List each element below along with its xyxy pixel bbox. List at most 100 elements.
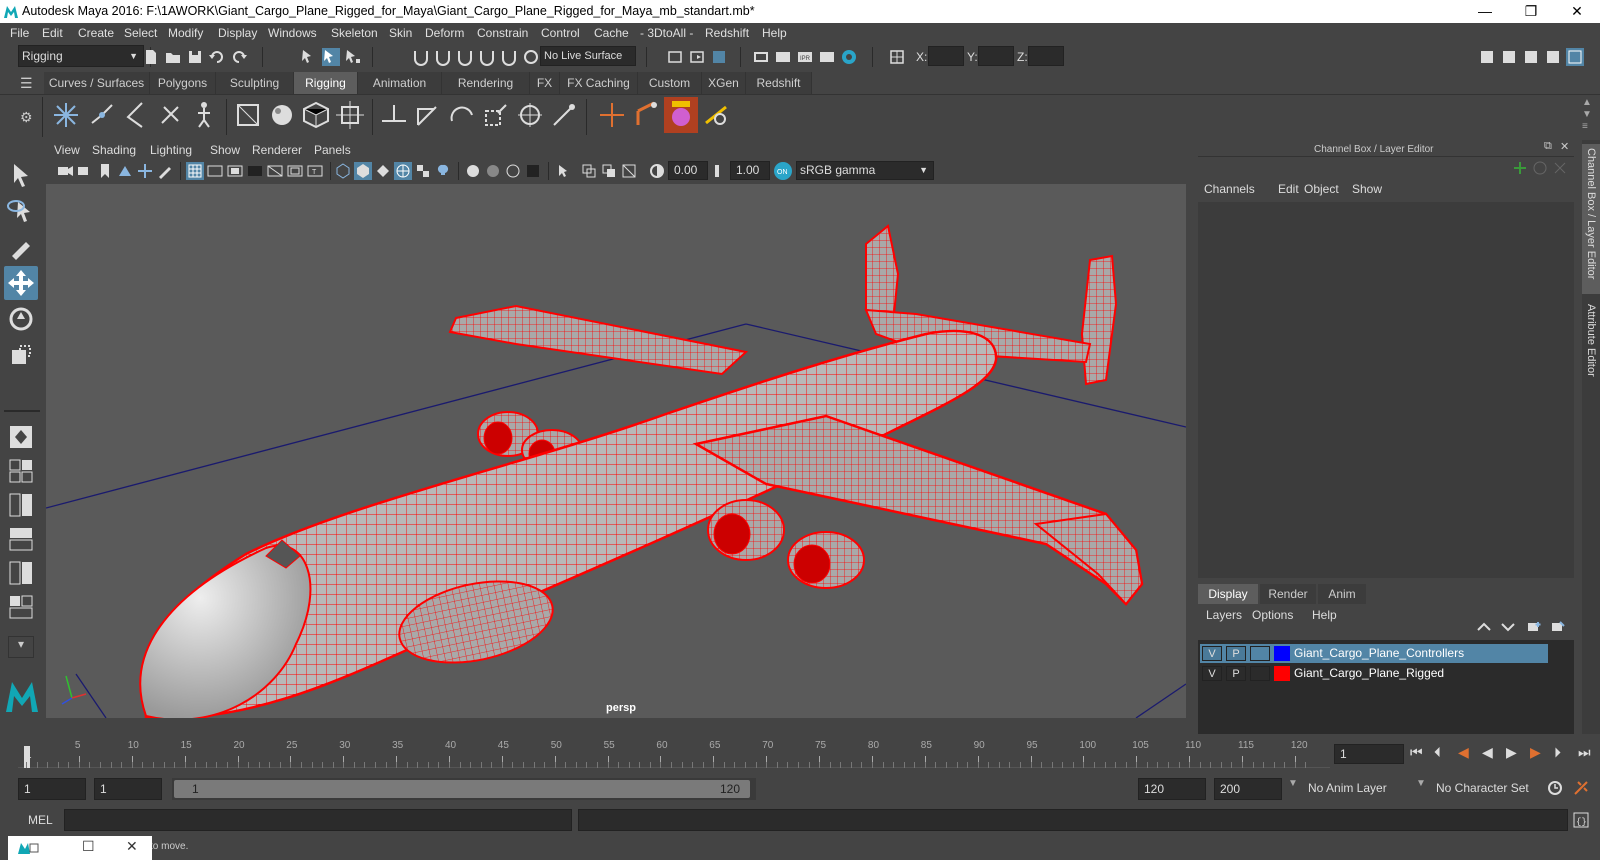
- character-set-dropdown[interactable]: No Character Set: [1432, 778, 1542, 800]
- start-time-field[interactable]: 1: [18, 778, 86, 800]
- new-layer-icon[interactable]: [1526, 620, 1542, 634]
- shelf-options-gear-icon[interactable]: ⚙: [20, 109, 33, 126]
- render-view-icon[interactable]: [752, 48, 770, 66]
- menu-item[interactable]: Select: [124, 26, 157, 40]
- viewport-canvas[interactable]: persp: [46, 184, 1186, 718]
- shelf-menu-icon[interactable]: ☰: [20, 75, 33, 92]
- film-gate-icon[interactable]: [206, 162, 224, 180]
- layer-editor-menu-item[interactable]: Help: [1312, 608, 1337, 622]
- menu-item[interactable]: Skin: [389, 26, 412, 40]
- menu-item[interactable]: Modify: [168, 26, 203, 40]
- x-field[interactable]: [928, 46, 964, 66]
- menu-item[interactable]: Windows: [268, 26, 317, 40]
- channel-box-toggle-icon[interactable]: [1544, 48, 1562, 66]
- play-backward-icon[interactable]: ◀: [1482, 744, 1493, 761]
- motion-blur-icon[interactable]: [504, 162, 522, 180]
- render-frame-icon[interactable]: [774, 48, 792, 66]
- bookmark-icon[interactable]: [96, 162, 114, 180]
- viewport-menu-item[interactable]: Show: [210, 143, 240, 157]
- range-bar[interactable]: 1 120: [172, 778, 756, 800]
- shelf-tab[interactable]: FX Caching: [560, 72, 638, 94]
- shelf-tab[interactable]: Redshift: [746, 72, 812, 94]
- layer-editor-toggle-icon[interactable]: [1566, 48, 1584, 66]
- anti-aliasing-icon[interactable]: [524, 162, 542, 180]
- image-plane-icon[interactable]: [116, 162, 134, 180]
- hypershade-icon[interactable]: [840, 48, 858, 66]
- open-scene-icon[interactable]: [164, 48, 182, 66]
- construction-history-icon[interactable]: [710, 48, 728, 66]
- maximize-icon[interactable]: ☐: [82, 838, 95, 855]
- time-ruler[interactable]: 1 5 10 15 20 25 30 35 40 45 50 55 60 65 70 75 80 85 90 95 1…: [18, 738, 1330, 768]
- select-component-icon[interactable]: [344, 48, 362, 66]
- color-space-dropdown[interactable]: sRGB gamma ▼: [796, 161, 934, 180]
- lasso-tool-icon[interactable]: [6, 196, 36, 226]
- shelf-scroll-icon[interactable]: ▲ ▼ ≡: [1582, 97, 1592, 133]
- gate-mask-icon[interactable]: [246, 162, 264, 180]
- layer-color-swatch[interactable]: [1274, 666, 1290, 681]
- float-panel-icon[interactable]: ⧉: [1544, 140, 1552, 153]
- ik-spline-icon[interactable]: [120, 99, 152, 131]
- camera-attributes-icon[interactable]: [76, 162, 94, 180]
- chevron-down-icon[interactable]: ▼: [1416, 778, 1426, 789]
- channel-box-menu-item[interactable]: Channels: [1204, 182, 1255, 196]
- shelf-tab[interactable]: Custom: [638, 72, 702, 94]
- paint-weights-icon[interactable]: [266, 99, 298, 131]
- wireframe-shading-icon[interactable]: [334, 162, 352, 180]
- make-live-icon[interactable]: [522, 48, 540, 66]
- layer-visibility-toggle[interactable]: V: [1202, 666, 1222, 681]
- playback-end-field[interactable]: 120: [1138, 778, 1206, 800]
- viewport-menu-item[interactable]: Renderer: [252, 143, 302, 157]
- exposure-field[interactable]: 0.00: [668, 161, 708, 180]
- menu-item[interactable]: Control: [541, 26, 580, 40]
- shelf-tab[interactable]: Curves / Surfaces: [44, 72, 150, 94]
- layer-row[interactable]: V P Giant_Cargo_Plane_Rigged: [1200, 664, 1548, 683]
- select-hierarchy-icon[interactable]: [300, 48, 318, 66]
- default-material-icon[interactable]: [374, 162, 392, 180]
- screen-space-ao-icon[interactable]: [484, 162, 502, 180]
- layer-playback-toggle[interactable]: P: [1226, 646, 1246, 661]
- ik-fk-icon[interactable]: [630, 99, 662, 131]
- menu-item[interactable]: Help: [762, 26, 787, 40]
- layer-editor-menu-item[interactable]: Options: [1252, 608, 1293, 622]
- move-layer-down-icon[interactable]: [1500, 620, 1516, 634]
- lattice-icon[interactable]: [300, 99, 332, 131]
- layer-editor-tab[interactable]: Display: [1198, 584, 1258, 604]
- select-camera-icon[interactable]: [56, 162, 74, 180]
- layer-display-type-toggle[interactable]: [1250, 666, 1270, 681]
- outliner-persp-layout-icon[interactable]: [8, 526, 34, 552]
- skinning-script-icon[interactable]: [664, 97, 698, 133]
- menu-item[interactable]: File: [10, 26, 29, 40]
- side-tab-channel-box[interactable]: Channel Box / Layer Editor: [1582, 144, 1600, 294]
- channel-box-menu-item[interactable]: Edit: [1278, 182, 1299, 196]
- field-chart-icon[interactable]: [266, 162, 284, 180]
- use-all-lights-icon[interactable]: [434, 162, 452, 180]
- close-icon[interactable]: ✕: [126, 838, 138, 855]
- current-frame-field[interactable]: 1: [1334, 744, 1404, 764]
- isolate-select-icon[interactable]: [554, 162, 572, 180]
- output-ops-icon[interactable]: [688, 48, 706, 66]
- animation-preferences-icon[interactable]: [1572, 779, 1590, 797]
- scale-constraint-icon[interactable]: [480, 99, 512, 131]
- redo-icon[interactable]: [230, 48, 248, 66]
- render-settings-icon[interactable]: [818, 48, 836, 66]
- channel-box-menu-item[interactable]: Show: [1352, 182, 1382, 196]
- close-panel-icon[interactable]: ✕: [1560, 140, 1569, 153]
- menu-item[interactable]: - 3DtoAll -: [640, 26, 693, 40]
- ipr-render-icon[interactable]: IPR: [796, 48, 814, 66]
- shelf-tab[interactable]: Rigging: [294, 72, 358, 94]
- save-scene-icon[interactable]: [186, 48, 204, 66]
- step-back-key-icon[interactable]: ⏴: [1434, 744, 1441, 761]
- resolution-gate-icon[interactable]: [226, 162, 244, 180]
- pole-vector-constraint-icon[interactable]: [548, 99, 580, 131]
- shelf-tab[interactable]: XGen: [702, 72, 746, 94]
- go-to-end-icon[interactable]: ⏭: [1578, 744, 1591, 761]
- cargo-plane-model[interactable]: [139, 224, 1144, 718]
- xray-components-icon[interactable]: [620, 162, 638, 180]
- gamma-field[interactable]: 1.00: [730, 161, 770, 180]
- locator-icon[interactable]: [596, 99, 628, 131]
- undo-icon[interactable]: [208, 48, 226, 66]
- move-layer-up-icon[interactable]: [1476, 620, 1492, 634]
- layer-name[interactable]: Giant_Cargo_Plane_Controllers: [1294, 646, 1464, 660]
- minimize-button[interactable]: —: [1462, 0, 1508, 23]
- viewport-menu-item[interactable]: View: [54, 143, 80, 157]
